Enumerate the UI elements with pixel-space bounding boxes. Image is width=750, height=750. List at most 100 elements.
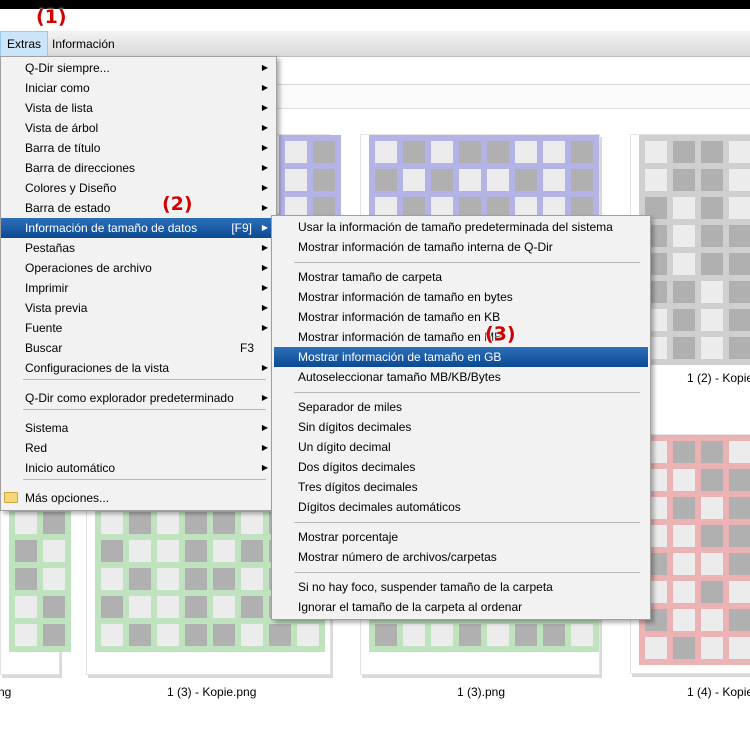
- thumbnail-cell: [157, 540, 179, 562]
- file-caption[interactable]: 1 (3).png: [457, 685, 505, 699]
- size-submenu-item[interactable]: Mostrar tamaño de carpeta: [274, 267, 648, 287]
- file-caption[interactable]: 1 (4) - Kopie: [687, 685, 750, 699]
- window-title-bar: [0, 0, 750, 9]
- address-bar[interactable]: [270, 57, 750, 85]
- file-thumbnail[interactable]: [0, 505, 71, 675]
- extras-menu-item[interactable]: Colores y Diseño ▶: [1, 178, 276, 198]
- extras-menu-item[interactable]: Más opciones...: [1, 488, 276, 508]
- thumbnail-cell: [43, 596, 65, 618]
- menu-item-label: Pestañas: [25, 241, 76, 255]
- file-caption[interactable]: ng: [0, 685, 11, 699]
- thumbnail-cell: [701, 497, 723, 519]
- menu-item-label: Configuraciones de la vista: [25, 361, 170, 375]
- size-submenu-item[interactable]: Mostrar número de archivos/carpetas: [274, 547, 648, 567]
- thumbnail-cell: [403, 624, 425, 646]
- size-submenu-item[interactable]: Mostrar información de tamaño en bytes: [274, 287, 648, 307]
- extras-menu-item[interactable]: Red ▶: [1, 438, 276, 458]
- size-submenu-item[interactable]: Ignorar el tamaño de la carpeta al orden…: [274, 597, 648, 617]
- size-submenu-item[interactable]: Autoseleccionar tamaño MB/KB/Bytes: [274, 367, 648, 387]
- thumbnail-cell: [101, 596, 123, 618]
- menu-item-label: Operaciones de archivo: [25, 261, 152, 275]
- size-submenu-item[interactable]: Dígitos decimales automáticos: [274, 497, 648, 517]
- size-submenu-item[interactable]: Separador de miles: [274, 397, 648, 417]
- thumbnail-cell: [213, 596, 235, 618]
- size-submenu-item[interactable]: Dos dígitos decimales: [274, 457, 648, 477]
- menu-item-label: Dos dígitos decimales: [298, 460, 416, 474]
- extras-menu-item[interactable]: Buscar F3: [1, 338, 276, 358]
- extras-menu-item[interactable]: Inicio automático ▶: [1, 458, 276, 478]
- thumbnail-cell: [673, 197, 695, 219]
- file-thumbnail[interactable]: [270, 134, 341, 225]
- size-submenu-item[interactable]: Si no hay foco, suspender tamaño de la c…: [274, 577, 648, 597]
- extras-menu-item[interactable]: Operaciones de archivo ▶: [1, 258, 276, 278]
- submenu-arrow-icon: ▶: [261, 63, 268, 72]
- thumbnail-cell: [129, 540, 151, 562]
- menu-item-label: Sin dígitos decimales: [298, 420, 412, 434]
- extras-menu-item[interactable]: Sistema ▶: [1, 418, 276, 438]
- extras-menu-item[interactable]: Configuraciones de la vista ▶: [1, 358, 276, 378]
- size-submenu-item[interactable]: Un dígito decimal: [274, 437, 648, 457]
- size-submenu-item[interactable]: Mostrar porcentaje: [274, 527, 648, 547]
- submenu-arrow-icon: ▶: [261, 83, 268, 92]
- thumbnail-image: [639, 435, 750, 665]
- thumbnail-cell: [129, 596, 151, 618]
- thumbnail-cell: [729, 337, 750, 359]
- submenu-arrow-icon: ▶: [261, 223, 268, 232]
- thumbnail-cell: [701, 169, 723, 191]
- extras-menu-item[interactable]: Q-Dir siempre... ▶: [1, 58, 276, 78]
- thumbnail-cell: [543, 141, 565, 163]
- thumbnail-cell: [729, 497, 750, 519]
- thumbnail-cell: [701, 609, 723, 631]
- size-submenu-item[interactable]: Tres dígitos decimales: [274, 477, 648, 497]
- menu-separator: [23, 409, 266, 410]
- menu-item-label: Mostrar información de tamaño en MB: [298, 330, 503, 344]
- submenu-arrow-icon: ▶: [261, 123, 268, 132]
- menu-extras[interactable]: Extras: [0, 31, 49, 57]
- menu-separator: [294, 572, 640, 573]
- thumbnail-cell: [729, 469, 750, 491]
- file-caption[interactable]: 1 (3) - Kopie.png: [167, 685, 256, 699]
- thumbnail-cell: [729, 609, 750, 631]
- thumbnail-cell: [729, 309, 750, 331]
- extras-menu-item[interactable]: Barra de direcciones ▶: [1, 158, 276, 178]
- extras-menu-item[interactable]: Q-Dir como explorador predeterminado ▶: [1, 388, 276, 408]
- menu-item-label: Barra de título: [25, 141, 101, 155]
- size-submenu-item[interactable]: Mostrar información de tamaño en GB: [274, 347, 648, 367]
- thumbnail-cell: [673, 309, 695, 331]
- thumbnail-cell: [459, 624, 481, 646]
- extras-menu-item[interactable]: Información de tamaño de datos [F9] ▶: [1, 218, 276, 238]
- size-submenu-item[interactable]: Sin dígitos decimales: [274, 417, 648, 437]
- file-caption[interactable]: 1 (2) - Kopie: [687, 371, 750, 385]
- submenu-arrow-icon: ▶: [261, 303, 268, 312]
- thumbnail-cell: [673, 469, 695, 491]
- thumbnail-cell: [701, 525, 723, 547]
- menu-informacion[interactable]: Información: [46, 31, 121, 57]
- size-submenu-item[interactable]: Usar la información de tamaño predetermi…: [274, 217, 648, 237]
- extras-menu-item[interactable]: Vista previa ▶: [1, 298, 276, 318]
- size-submenu-item[interactable]: Mostrar información de tamaño en MB: [274, 327, 648, 347]
- extras-menu-item[interactable]: Vista de lista ▶: [1, 98, 276, 118]
- thumbnail-cell: [157, 624, 179, 646]
- thumbnail-cell: [43, 512, 65, 534]
- thumbnail-cell: [431, 169, 453, 191]
- menu-item-label: Mostrar información de tamaño en GB: [298, 350, 502, 364]
- extras-menu-item[interactable]: Pestañas ▶: [1, 238, 276, 258]
- thumbnail-cell: [213, 540, 235, 562]
- thumbnail-image: [9, 506, 71, 652]
- thumbnail-cell: [701, 141, 723, 163]
- menu-item-label: Si no hay foco, suspender tamaño de la c…: [298, 580, 553, 594]
- thumbnail-cell: [15, 512, 37, 534]
- extras-menu-item[interactable]: Vista de árbol ▶: [1, 118, 276, 138]
- extras-menu-item[interactable]: Iniciar como ▶: [1, 78, 276, 98]
- extras-menu-item[interactable]: Barra de estado ▶: [1, 198, 276, 218]
- extras-menu-item[interactable]: Imprimir ▶: [1, 278, 276, 298]
- menu-item-label: Fuente: [25, 321, 63, 335]
- size-submenu-item[interactable]: Mostrar información de tamaño interna de…: [274, 237, 648, 257]
- extras-menu-item[interactable]: Barra de título ▶: [1, 138, 276, 158]
- thumbnail-cell: [515, 624, 537, 646]
- thumbnail-cell: [313, 141, 335, 163]
- thumbnail-cell: [673, 225, 695, 247]
- thumbnail-cell: [375, 141, 397, 163]
- size-submenu-item[interactable]: Mostrar información de tamaño en KB: [274, 307, 648, 327]
- extras-menu-item[interactable]: Fuente ▶: [1, 318, 276, 338]
